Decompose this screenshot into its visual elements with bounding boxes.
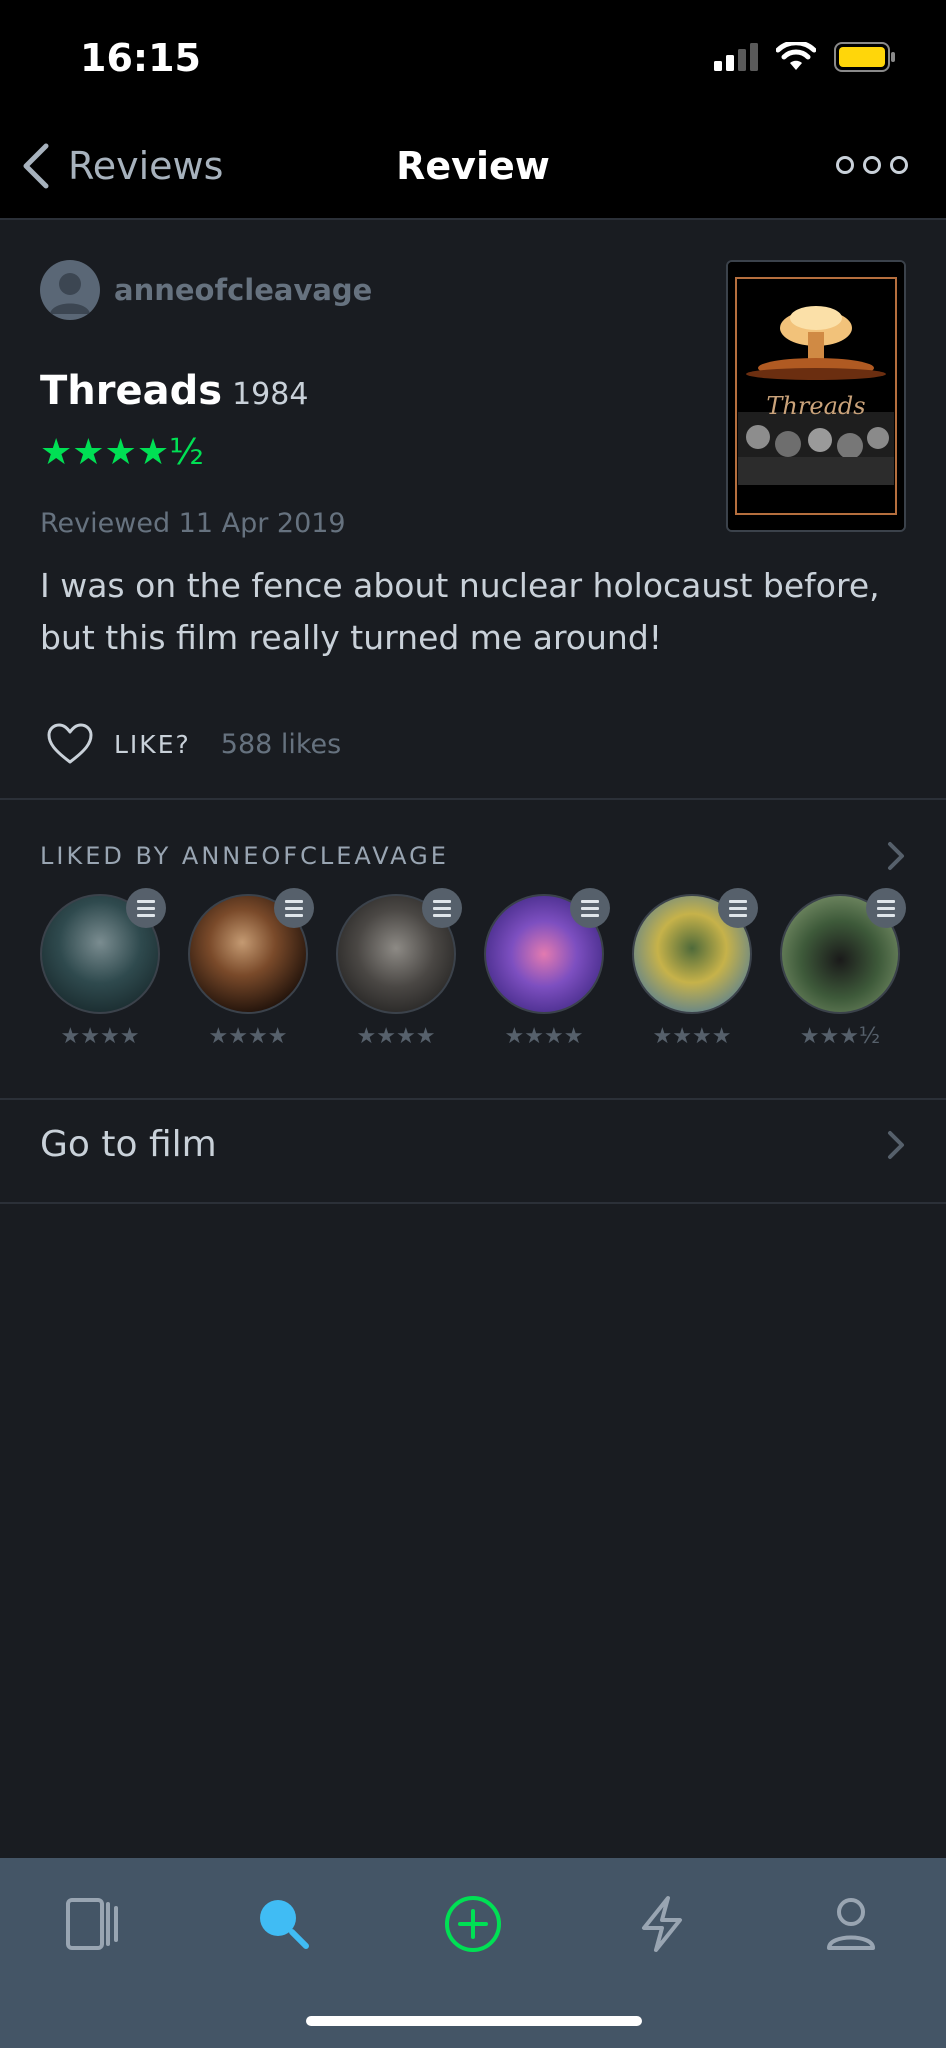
back-label: Reviews <box>68 144 224 188</box>
more-dot-icon <box>863 156 881 174</box>
member-rating: ★★★★ <box>208 1024 288 1049</box>
like-row: LIKE? 588 likes <box>46 722 341 766</box>
author-name: anneofcleavage <box>114 273 373 307</box>
divider <box>0 1098 946 1100</box>
member-rating: ★★★½ <box>799 1024 881 1049</box>
liked-member[interactable]: ★★★★ <box>484 888 610 1049</box>
review-list-icon <box>422 888 462 928</box>
liked-member[interactable]: ★★★★ <box>336 888 462 1049</box>
liked-member[interactable]: ★★★★ <box>188 888 314 1049</box>
tab-add[interactable] <box>433 1884 513 1964</box>
status-bar: 16:15 <box>0 0 946 120</box>
add-icon <box>445 1896 501 1952</box>
member-rating: ★★★★ <box>60 1024 140 1049</box>
heart-icon <box>47 723 93 764</box>
search-icon <box>260 1900 309 1949</box>
chevron-right-icon <box>888 1130 904 1159</box>
back-button[interactable]: Reviews <box>20 142 223 190</box>
activity-icon <box>642 1896 682 1952</box>
battery-icon <box>834 42 895 72</box>
films-icon <box>66 1898 118 1950</box>
more-dot-icon <box>836 156 854 174</box>
status-time: 16:15 <box>80 36 201 80</box>
member-rating: ★★★★ <box>504 1024 584 1049</box>
review-list-icon <box>274 888 314 928</box>
person-icon <box>50 273 90 314</box>
film-poster[interactable]: Threads <box>726 260 906 532</box>
go-to-film-label: Go to film <box>40 1124 217 1165</box>
liked-by-list: ★★★★ ★★★★ ★★★★ ★★★★ ★★★★ ★★★½ <box>40 888 906 1049</box>
member-rating: ★★★★ <box>356 1024 436 1049</box>
liked-member[interactable]: ★★★½ <box>780 888 906 1049</box>
liked-by-header[interactable]: LIKED BY ANNEOFCLEAVAGE <box>40 840 906 872</box>
wifi-icon <box>776 42 816 70</box>
chevron-right-icon <box>888 842 904 870</box>
reviewed-date: Reviewed 11 Apr 2019 <box>40 508 346 539</box>
more-dot-icon <box>890 156 908 174</box>
member-rating: ★★★★ <box>652 1024 732 1049</box>
review-list-icon <box>866 888 906 928</box>
film-year: 1984 <box>232 377 309 412</box>
tab-search[interactable] <box>244 1884 324 1964</box>
review-text: I was on the fence about nuclear holocau… <box>40 566 880 657</box>
chevron-left-icon <box>23 143 49 189</box>
like-label: LIKE? <box>114 729 191 759</box>
like-button[interactable]: LIKE? <box>46 722 191 766</box>
status-icons <box>714 42 896 72</box>
tab-profile[interactable] <box>811 1884 891 1964</box>
tab-activity[interactable] <box>622 1884 702 1964</box>
liked-by-title: LIKED BY ANNEOFCLEAVAGE <box>40 842 449 870</box>
divider <box>0 798 946 800</box>
nav-bar: Reviews Review <box>0 120 946 220</box>
liked-member[interactable]: ★★★★ <box>40 888 166 1049</box>
profile-icon <box>827 1898 875 1950</box>
review-rating: ★★★★½ <box>40 432 204 473</box>
more-options-button[interactable] <box>836 156 908 174</box>
home-indicator[interactable] <box>306 2016 642 2026</box>
go-to-film-row[interactable]: Go to film <box>40 1124 906 1165</box>
film-title[interactable]: Threads <box>40 368 222 414</box>
review-list-icon <box>570 888 610 928</box>
divider <box>0 1202 946 1204</box>
likes-count[interactable]: 588 likes <box>221 729 341 760</box>
review-author[interactable]: anneofcleavage <box>40 260 372 320</box>
review-list-icon <box>126 888 166 928</box>
tab-films[interactable] <box>54 1884 134 1964</box>
liked-member[interactable]: ★★★★ <box>632 888 758 1049</box>
review-list-icon <box>718 888 758 928</box>
avatar <box>40 260 100 320</box>
signal-icon <box>714 43 758 71</box>
film-title-row: Threads 1984 <box>40 368 308 414</box>
poster-title: Threads <box>766 392 866 420</box>
